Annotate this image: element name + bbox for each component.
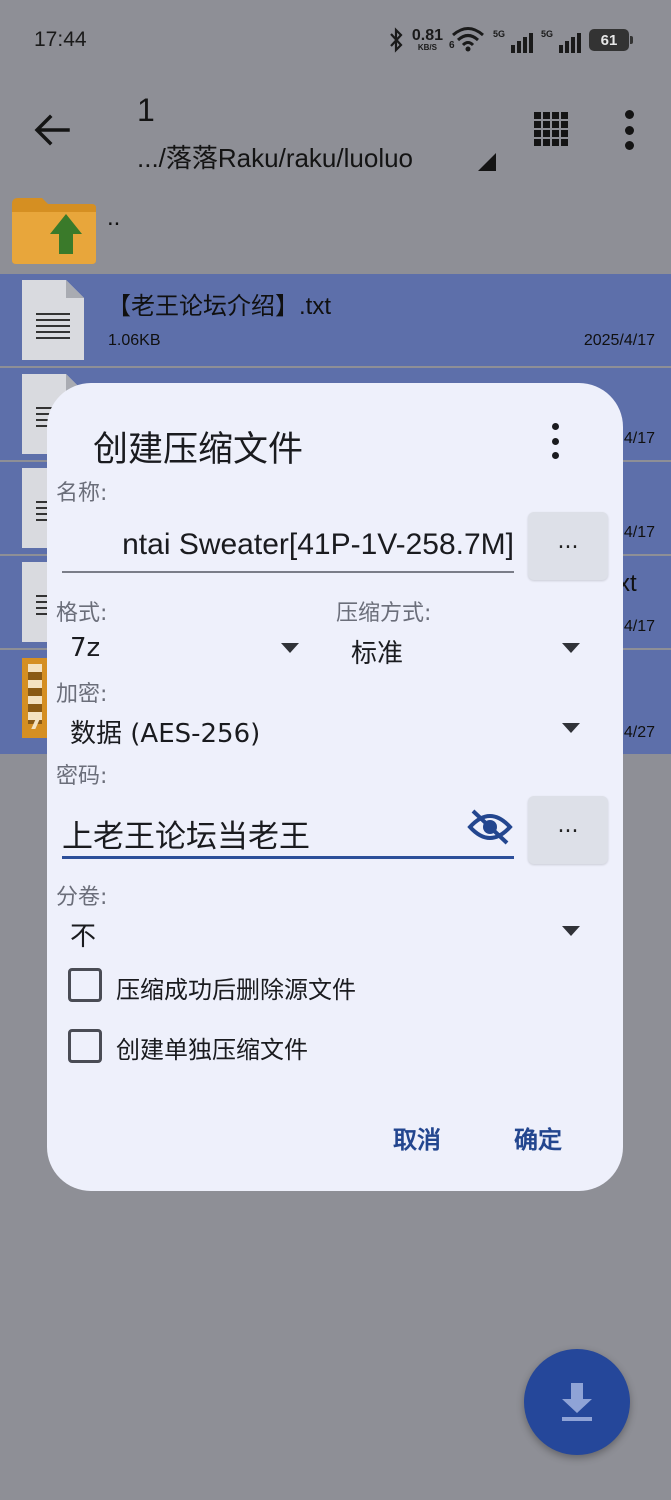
download-icon (562, 1383, 592, 1421)
overflow-menu-icon[interactable] (616, 108, 642, 152)
format-dropdown-icon[interactable] (281, 643, 299, 653)
file-name: 【老王论坛介绍】.txt (107, 293, 332, 320)
separate-archive-label[interactable]: 创建单独压缩文件 (116, 1030, 308, 1065)
format-select[interactable]: 7z (70, 633, 100, 663)
fab-download-button[interactable] (524, 1349, 630, 1455)
archive-name-input[interactable]: ntai Sweater[41P-1V-258.7M] (62, 517, 514, 573)
status-bar: 17:44 0.81 KB/S 6 5G 5G 61 (0, 0, 671, 80)
ok-button[interactable]: 确定 (514, 1120, 562, 1155)
delete-source-label[interactable]: 压缩成功后删除源文件 (116, 970, 356, 1005)
name-label: 名称: (56, 481, 108, 506)
grid-view-icon[interactable] (534, 112, 568, 146)
separate-archive-checkbox[interactable] (68, 1029, 102, 1063)
password-input[interactable]: 上老王论坛当老王 (62, 803, 514, 859)
toolbar-path[interactable]: .../落落Raku/raku/luoluo (137, 138, 413, 175)
file-date: 2025/4/17 (583, 332, 655, 349)
path-dropdown-icon[interactable] (478, 153, 496, 171)
split-dropdown-icon[interactable] (562, 926, 580, 936)
toolbar-title: 1 (137, 92, 155, 128)
battery-icon: 61 (589, 29, 633, 51)
file-size: 1.06KB (108, 332, 161, 349)
bluetooth-icon (390, 27, 403, 53)
file-date: 4/17 (623, 430, 655, 447)
method-dropdown-icon[interactable] (562, 643, 580, 653)
file-date: 4/17 (623, 618, 655, 635)
method-label: 压缩方式: (336, 601, 432, 626)
parent-folder-label: .. (107, 204, 121, 231)
split-label: 分卷: (56, 885, 108, 910)
text-file-icon (22, 280, 84, 360)
cell-signal-2-icon: 5G (541, 27, 581, 53)
method-select[interactable]: 标准 (351, 633, 403, 670)
split-select[interactable]: 不 (70, 916, 96, 953)
back-arrow-icon[interactable] (30, 108, 74, 152)
create-archive-dialog: 创建压缩文件 名称: ntai Sweater[41P-1V-258.7M] .… (47, 383, 623, 1191)
encrypt-select[interactable]: 数据 (AES-256) (70, 713, 260, 750)
name-browse-button[interactable]: ... (528, 512, 608, 580)
password-label: 密码: (56, 764, 108, 789)
folder-up-icon (12, 198, 96, 264)
wifi-icon: 6 (449, 26, 485, 54)
file-date: 4/17 (623, 524, 655, 541)
parent-folder-row[interactable]: .. (0, 182, 671, 272)
password-generate-button[interactable]: ... (528, 796, 608, 864)
status-icons: 0.81 KB/S 6 5G 5G 61 (388, 22, 633, 58)
format-label: 格式: (56, 601, 108, 626)
net-speed: 0.81 KB/S (411, 27, 443, 52)
cell-signal-1-icon: 5G (493, 27, 533, 53)
eye-off-icon[interactable] (467, 807, 513, 847)
dialog-title: 创建压缩文件 (93, 430, 304, 470)
file-date: 4/27 (623, 724, 655, 741)
encrypt-label: 加密: (56, 682, 108, 707)
top-toolbar: 1 .../落落Raku/raku/luoluo (0, 80, 671, 180)
dialog-more-icon[interactable] (547, 423, 563, 459)
list-item[interactable]: 【老王论坛介绍】.txt 1.06KB 2025/4/17 (0, 274, 671, 366)
status-time: 17:44 (34, 28, 87, 51)
encrypt-dropdown-icon[interactable] (562, 723, 580, 733)
delete-source-checkbox[interactable] (68, 968, 102, 1002)
cancel-button[interactable]: 取消 (393, 1120, 441, 1155)
